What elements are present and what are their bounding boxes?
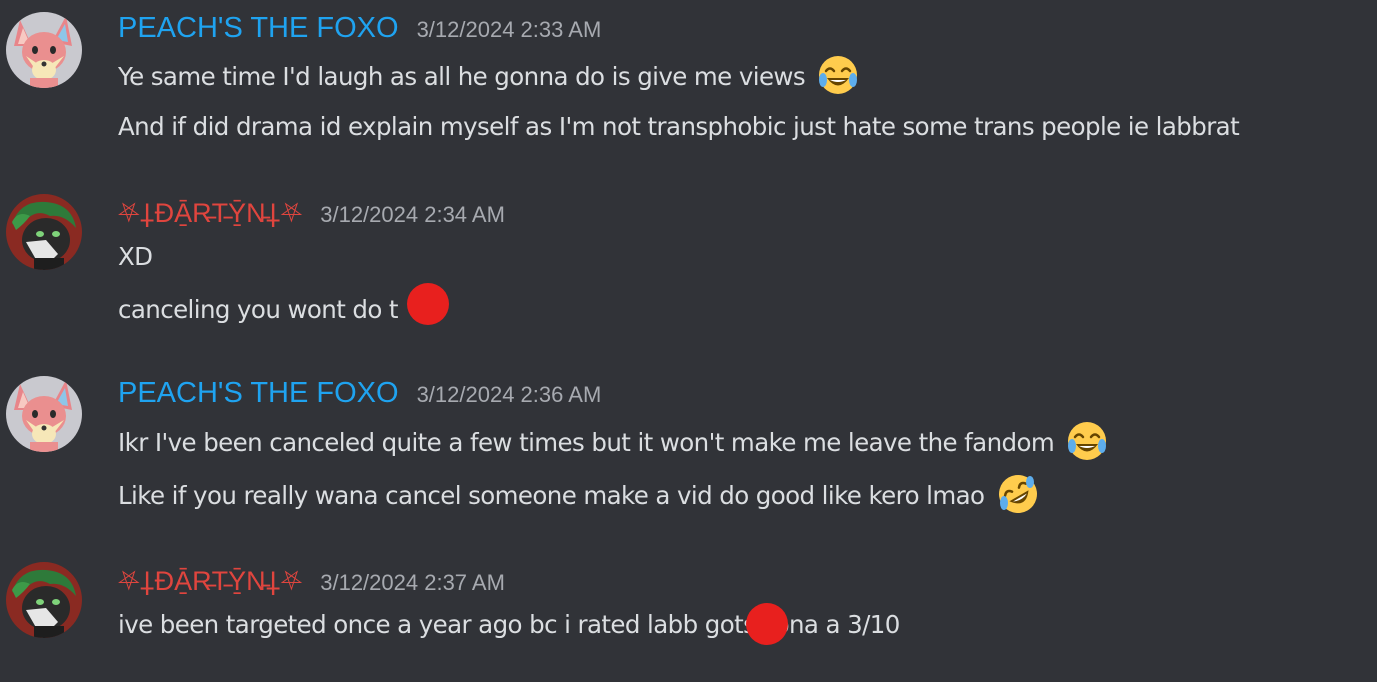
message-header: PEACH'S THE FOXO 3/12/2024 2:33 AM — [118, 12, 601, 45]
joy-emoji-icon[interactable] — [816, 53, 860, 97]
redaction-mark — [407, 283, 449, 325]
message-text: And if did drama id explain myself as I'… — [118, 112, 1240, 141]
message-content: XD — [118, 242, 153, 271]
user-avatar[interactable] — [6, 376, 82, 452]
message-content: Like if you really wana cancel someone m… — [118, 475, 1040, 519]
fox-avatar-icon — [6, 12, 82, 88]
wolf-avatar-icon — [6, 194, 82, 270]
message-timestamp[interactable]: 3/12/2024 2:36 AM — [417, 382, 602, 408]
joy-emoji-icon[interactable] — [1065, 419, 1109, 463]
message-text: Like if you really wana cancel someone m… — [118, 481, 985, 510]
fox-avatar-icon — [6, 376, 82, 452]
redaction-mark — [746, 603, 788, 645]
message-content: And if did drama id explain myself as I'… — [118, 112, 1240, 141]
user-avatar[interactable] — [6, 194, 82, 270]
user-avatar[interactable] — [6, 12, 82, 88]
message-content: Ikr I've been canceled quite a few times… — [118, 422, 1109, 466]
chat-message-list: PEACH'S THE FOXO 3/12/2024 2:33 AM Ye sa… — [0, 0, 1377, 682]
message-content: canceling you wont do t — [118, 295, 399, 324]
username[interactable]: PEACH'S THE FOXO — [118, 12, 399, 45]
message-header: PEACH'S THE FOXO 3/12/2024 2:36 AM — [118, 377, 601, 410]
username[interactable]: ⛧⸸ĐĀ̱R̵T̵Ȳ̱N̵⸸⛧ — [118, 198, 302, 230]
message-header: ⛧⸸ĐĀ̱R̵T̵Ȳ̱N̵⸸⛧ 3/12/2024 2:37 AM — [118, 566, 505, 598]
message-timestamp[interactable]: 3/12/2024 2:37 AM — [320, 570, 505, 596]
message-timestamp[interactable]: 3/12/2024 2:34 AM — [320, 202, 505, 228]
username[interactable]: PEACH'S THE FOXO — [118, 377, 399, 410]
rofl-emoji-icon[interactable] — [996, 472, 1040, 516]
message-header: ⛧⸸ĐĀ̱R̵T̵Ȳ̱N̵⸸⛧ 3/12/2024 2:34 AM — [118, 198, 505, 230]
message-timestamp[interactable]: 3/12/2024 2:33 AM — [417, 17, 602, 43]
message-text: canceling you wont do t — [118, 295, 399, 324]
message-content: Ye same time I'd laugh as all he gonna d… — [118, 56, 860, 100]
wolf-avatar-icon — [6, 562, 82, 638]
username[interactable]: ⛧⸸ĐĀ̱R̵T̵Ȳ̱N̵⸸⛧ — [118, 566, 302, 598]
message-text: Ikr I've been canceled quite a few times… — [118, 428, 1055, 457]
message-text: Ye same time I'd laugh as all he gonna d… — [118, 62, 806, 91]
message-text: XD — [118, 242, 153, 271]
user-avatar[interactable] — [6, 562, 82, 638]
